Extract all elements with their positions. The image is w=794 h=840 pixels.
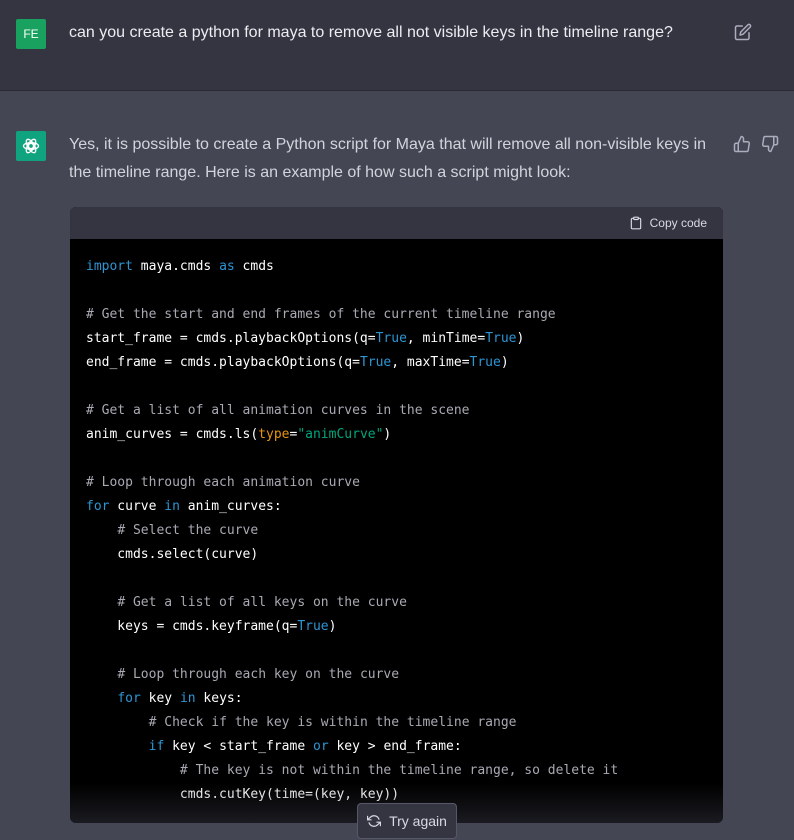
user-message-text: can you create a python for maya to remo… (69, 24, 673, 41)
assistant-avatar (16, 131, 46, 161)
try-again-button[interactable]: Try again (357, 803, 457, 839)
code-line: end_frame = cmds.playbackOptions(q=True,… (86, 355, 509, 370)
code-line: # Get a list of all keys on the curve (117, 595, 407, 610)
code-line: # Loop through each animation curve (86, 475, 360, 490)
code-content: import maya.cmds as cmds # Get the start … (70, 239, 723, 807)
code-line: # Check if the key is within the timelin… (148, 715, 517, 730)
code-line: if key < start_frame or key > end_frame: (148, 739, 462, 754)
copy-code-label: Copy code (649, 216, 707, 230)
code-line: for key in keys: (117, 691, 243, 706)
code-line: import maya.cmds as cmds (86, 259, 274, 274)
openai-logo-icon (22, 138, 40, 154)
thumbs-down-icon[interactable] (761, 135, 779, 153)
try-again-label: Try again (389, 813, 447, 829)
clipboard-icon (630, 216, 641, 230)
code-line: cmds.select(curve) (86, 547, 259, 562)
user-avatar: FE (16, 19, 46, 49)
user-message-row: FE can you create a python for maya to r… (0, 0, 794, 91)
code-line: anim_curves = cmds.ls(type="animCurve") (86, 427, 392, 442)
code-line: # Get a list of all animation curves in … (86, 403, 470, 418)
assistant-intro-text: Yes, it is possible to create a Python s… (69, 136, 707, 181)
code-line: # Select the curve (117, 523, 259, 538)
code-line: # Loop through each key on the curve (117, 667, 400, 682)
code-line: start_frame = cmds.playbackOptions(q=Tru… (86, 331, 525, 346)
code-line: # Get the start and end frames of the cu… (86, 307, 556, 322)
code-line: keys = cmds.keyframe(q=True) (86, 619, 337, 634)
edit-icon[interactable] (734, 23, 752, 41)
copy-code-button[interactable]: Copy code (629, 214, 707, 232)
code-block: Copy code import maya.cmds as cmds # Get … (70, 207, 723, 823)
code-line: # The key is not within the timeline ran… (179, 763, 619, 778)
refresh-icon (367, 815, 382, 827)
assistant-message-row: Yes, it is possible to create a Python s… (0, 91, 794, 840)
thumbs-up-icon[interactable] (733, 135, 751, 153)
code-block-header: Copy code (70, 207, 723, 239)
code-line: for curve in anim_curves: (86, 499, 282, 514)
